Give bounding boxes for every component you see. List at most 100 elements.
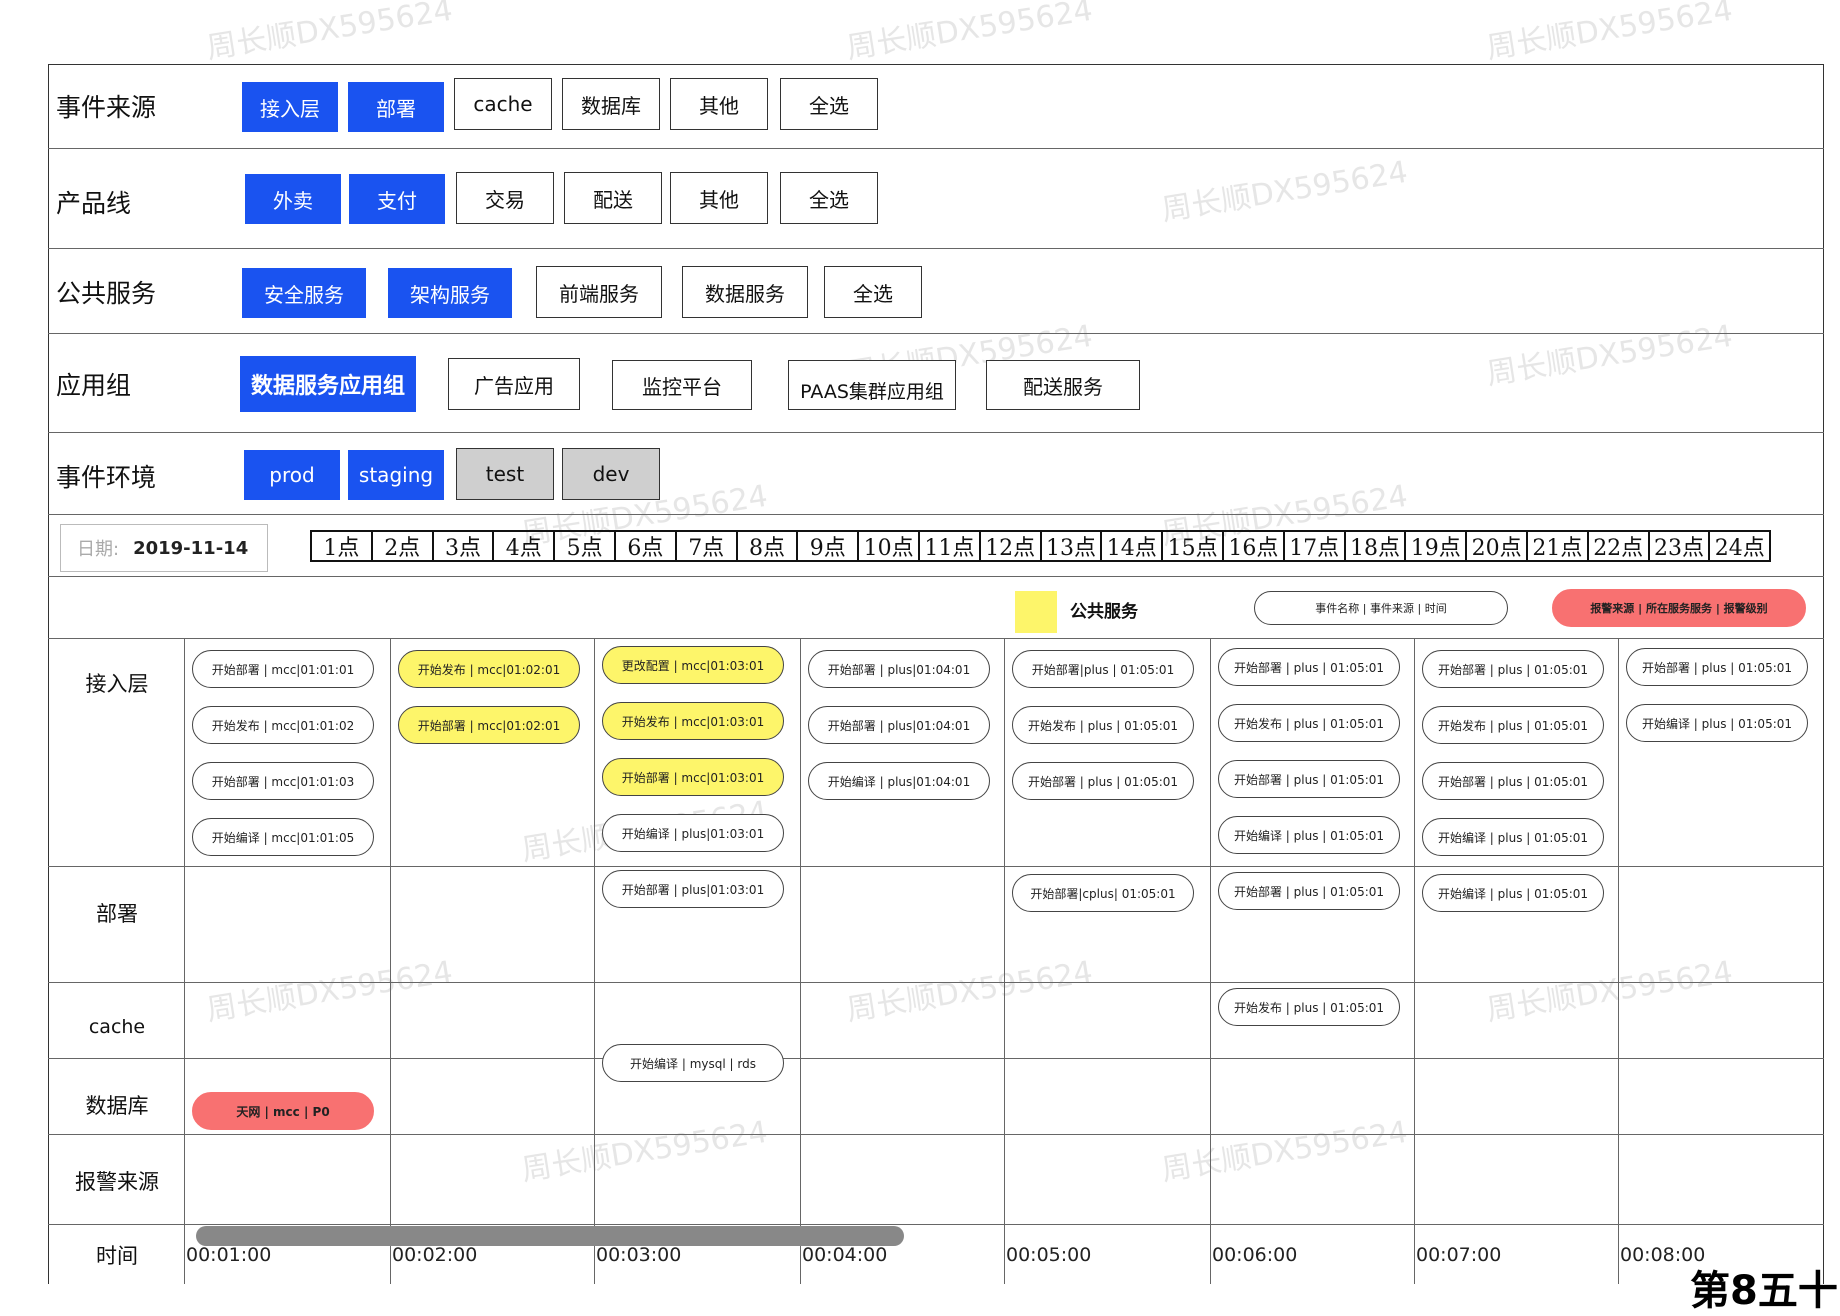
event-pill[interactable]: 开始部署 | plus | 01:05:01 — [1218, 760, 1400, 798]
alarm-pill[interactable]: 天网 | mcc | P0 — [192, 1092, 374, 1130]
filter-app-monitor[interactable]: 监控平台 — [612, 360, 752, 410]
event-pill[interactable]: 开始部署 | plus | 01:05:01 — [1218, 648, 1400, 686]
hour-3[interactable]: 3点 — [431, 530, 495, 562]
event-pill[interactable]: 开始编译 | plus | 01:05:01 — [1218, 816, 1400, 854]
event-pill[interactable]: 开始部署 | mcc|01:01:01 — [192, 650, 374, 688]
event-pill[interactable]: 开始编译 | plus | 01:05:01 — [1422, 818, 1604, 856]
hour-4[interactable]: 4点 — [492, 530, 556, 562]
hour-19[interactable]: 19点 — [1404, 530, 1468, 562]
timeline-scrollbar[interactable] — [196, 1226, 904, 1246]
filter-event-source-all[interactable]: 全选 — [780, 78, 878, 130]
hour-9[interactable]: 9点 — [796, 530, 860, 562]
filter-app-delivery[interactable]: 配送服务 — [986, 360, 1140, 410]
filter-event-source-other[interactable]: 其他 — [670, 78, 768, 130]
event-pill[interactable]: 开始编译 | plus|01:03:01 — [602, 814, 784, 852]
event-pill[interactable]: 开始发布 | plus | 01:05:01 — [1422, 706, 1604, 744]
hour-14[interactable]: 14点 — [1100, 530, 1164, 562]
filter-event-source-cache[interactable]: cache — [454, 78, 552, 130]
grid-col-line — [1210, 638, 1211, 1284]
event-pill[interactable]: 更改配置 | mcc|01:03:01 — [602, 646, 784, 684]
time-label: 00:07:00 — [1416, 1244, 1502, 1266]
filter-product-trade[interactable]: 交易 — [456, 172, 554, 224]
date-value: 2019-11-14 — [133, 537, 249, 559]
time-label: 00:05:00 — [1006, 1244, 1092, 1266]
filter-app-paas[interactable]: PAAS集群应用组 — [788, 360, 956, 410]
hour-2[interactable]: 2点 — [370, 530, 434, 562]
event-pill[interactable]: 开始部署 | plus | 01:05:01 — [1422, 762, 1604, 800]
grid-col-line — [800, 638, 801, 1284]
event-pill[interactable]: 开始部署|plus | 01:05:01 — [1012, 650, 1194, 688]
filter-event-source-database[interactable]: 数据库 — [562, 78, 660, 130]
event-source-label: 事件来源 — [56, 93, 157, 122]
event-pill[interactable]: 开始部署 | plus | 01:05:01 — [1012, 762, 1194, 800]
filter-app-ads[interactable]: 广告应用 — [448, 358, 580, 410]
hour-20[interactable]: 20点 — [1465, 530, 1528, 562]
event-pill[interactable]: 开始编译 | mcc|01:01:05 — [192, 818, 374, 856]
filter-product-takeout[interactable]: 外卖 — [245, 174, 341, 224]
filter-product-all[interactable]: 全选 — [780, 172, 878, 224]
hour-6[interactable]: 6点 — [614, 530, 677, 562]
event-pill[interactable]: 开始编译 | mysql | rds — [602, 1044, 784, 1082]
hour-22[interactable]: 22点 — [1586, 530, 1650, 562]
hour-24[interactable]: 24点 — [1708, 530, 1772, 562]
environment-label: 事件环境 — [56, 463, 157, 492]
filter-product-payment[interactable]: 支付 — [349, 174, 445, 224]
hour-8[interactable]: 8点 — [735, 530, 799, 562]
event-pill[interactable]: 开始部署 | plus|01:04:01 — [808, 706, 990, 744]
grid-col-line — [1618, 638, 1619, 1284]
filter-service-security[interactable]: 安全服务 — [242, 268, 366, 318]
event-pill[interactable]: 开始发布 | plus | 01:05:01 — [1218, 704, 1400, 742]
hour-23[interactable]: 23点 — [1647, 530, 1711, 562]
hour-16[interactable]: 16点 — [1222, 530, 1285, 562]
event-pill[interactable]: 开始部署 | plus | 01:05:01 — [1626, 648, 1808, 686]
filter-product-delivery[interactable]: 配送 — [564, 172, 662, 224]
event-pill[interactable]: 开始部署 | mcc|01:02:01 — [398, 706, 580, 744]
hour-17[interactable]: 17点 — [1282, 530, 1346, 562]
hour-12[interactable]: 12点 — [978, 530, 1042, 562]
event-pill[interactable]: 开始部署 | plus | 01:05:01 — [1422, 650, 1604, 688]
hour-21[interactable]: 21点 — [1526, 530, 1589, 562]
event-pill[interactable]: 开始部署 | plus | 01:05:01 — [1218, 872, 1400, 910]
grid-row-label: 部署 — [96, 902, 138, 926]
filter-env-test[interactable]: test — [456, 448, 554, 500]
filter-event-source-access[interactable]: 接入层 — [242, 82, 338, 132]
filter-service-frontend[interactable]: 前端服务 — [536, 266, 662, 318]
public-service-label: 公共服务 — [56, 279, 157, 308]
event-pill[interactable]: 开始编译 | plus | 01:05:01 — [1626, 704, 1808, 742]
hour-7[interactable]: 7点 — [674, 530, 738, 562]
event-pill[interactable]: 开始部署 | mcc|01:03:01 — [602, 758, 784, 796]
date-picker[interactable]: 日期: 2019-11-14 — [60, 524, 268, 572]
filter-product-other[interactable]: 其他 — [670, 172, 768, 224]
hour-11[interactable]: 11点 — [918, 530, 981, 562]
event-pill[interactable]: 开始部署 | plus|01:03:01 — [602, 870, 784, 908]
event-pill[interactable]: 开始发布 | plus | 01:05:01 — [1012, 706, 1194, 744]
hour-18[interactable]: 18点 — [1343, 530, 1407, 562]
grid-col-line — [1004, 638, 1005, 1284]
filter-env-prod[interactable]: prod — [244, 450, 340, 500]
time-label: 00:03:00 — [596, 1244, 682, 1266]
event-pill[interactable]: 开始编译 | plus|01:04:01 — [808, 762, 990, 800]
event-pill[interactable]: 开始发布 | mcc|01:03:01 — [602, 702, 784, 740]
filter-event-source-deploy[interactable]: 部署 — [348, 82, 444, 132]
filter-app-data-service[interactable]: 数据服务应用组 — [240, 356, 416, 412]
filter-env-staging[interactable]: staging — [348, 450, 444, 500]
grid-row-label: 报警来源 — [75, 1170, 159, 1194]
event-pill[interactable]: 开始发布 | plus | 01:05:01 — [1218, 988, 1400, 1026]
hour-10[interactable]: 10点 — [857, 530, 920, 562]
hour-15[interactable]: 15点 — [1161, 530, 1224, 562]
event-pill[interactable]: 开始部署|cplus| 01:05:01 — [1012, 874, 1194, 912]
event-pill[interactable]: 开始部署 | plus|01:04:01 — [808, 650, 990, 688]
event-pill[interactable]: 开始发布 | mcc|01:01:02 — [192, 706, 374, 744]
filter-env-dev[interactable]: dev — [562, 448, 660, 500]
filter-service-architecture[interactable]: 架构服务 — [388, 268, 512, 318]
event-pill[interactable]: 开始部署 | mcc|01:01:03 — [192, 762, 374, 800]
event-pill[interactable]: 开始编译 | plus | 01:05:01 — [1422, 874, 1604, 912]
filter-service-all[interactable]: 全选 — [824, 266, 922, 318]
product-line-label: 产品线 — [56, 189, 132, 218]
hour-5[interactable]: 5点 — [553, 530, 616, 562]
hour-1[interactable]: 1点 — [310, 530, 373, 562]
hour-13[interactable]: 13点 — [1039, 530, 1103, 562]
filter-service-data[interactable]: 数据服务 — [682, 266, 808, 318]
time-label: 00:06:00 — [1212, 1244, 1298, 1266]
event-pill[interactable]: 开始发布 | mcc|01:02:01 — [398, 650, 580, 688]
